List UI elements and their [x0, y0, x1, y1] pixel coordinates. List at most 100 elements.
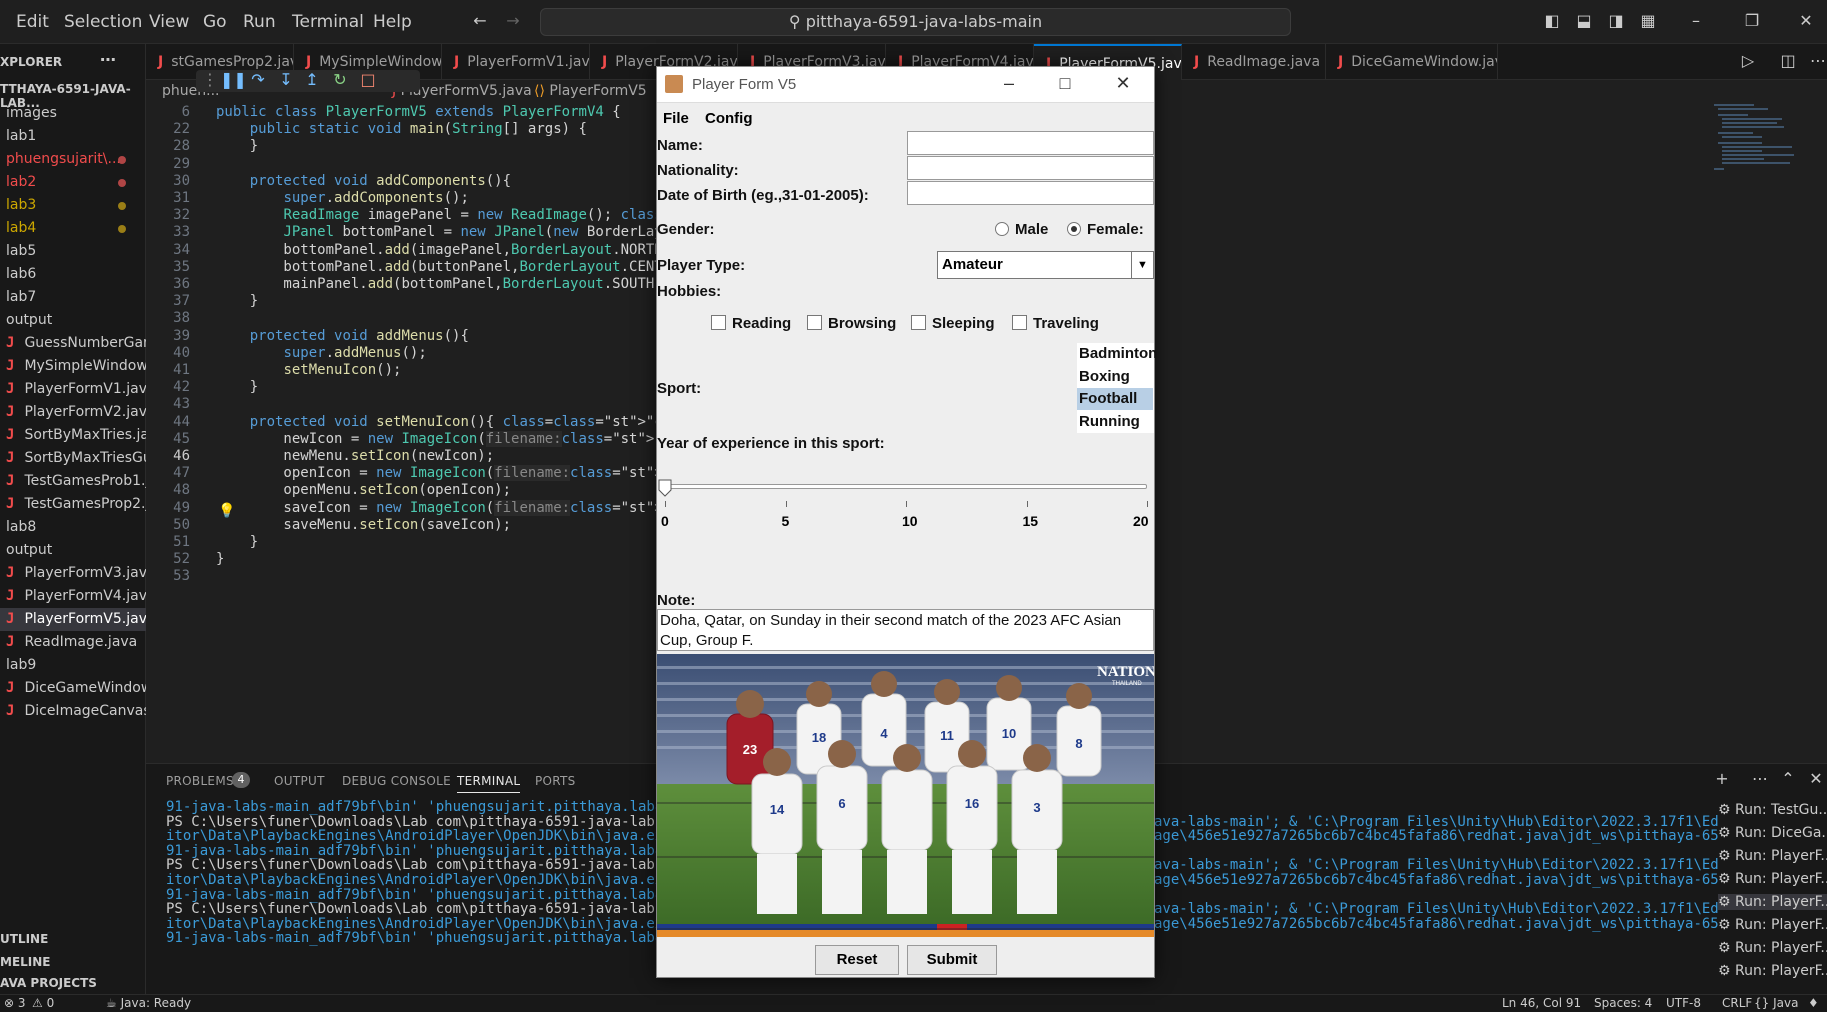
- sidebar-item[interactable]: lab8: [0, 516, 146, 539]
- step-over-icon[interactable]: ↷: [248, 71, 268, 89]
- chevron-down-icon[interactable]: ▼: [1131, 252, 1153, 278]
- tab-output[interactable]: OUTPUT: [274, 774, 325, 788]
- sidebar-item[interactable]: J PlayerFormV1.java: [0, 378, 146, 401]
- close-icon[interactable]: ✕: [1796, 12, 1816, 30]
- female-radio-button[interactable]: [1067, 222, 1081, 236]
- sidebar-item[interactable]: J DiceGameWindow....: [0, 677, 146, 700]
- code-editor[interactable]: 6 public class PlayerFormV5 extends Playe…: [146, 102, 666, 762]
- new-terminal-icon[interactable]: +: [1712, 770, 1732, 788]
- male-radio-button[interactable]: [995, 222, 1009, 236]
- hobby-sleeping[interactable]: Sleeping: [911, 315, 995, 332]
- java-projects-section[interactable]: AVA PROJECTS: [0, 976, 97, 990]
- tab-file[interactable]: J PlayerFormV1.java: [442, 44, 590, 80]
- menu-help[interactable]: Help: [373, 12, 412, 32]
- hobby-traveling[interactable]: Traveling: [1012, 315, 1099, 332]
- name-field[interactable]: [907, 131, 1154, 155]
- tab-ports[interactable]: PORTS: [535, 774, 576, 788]
- submit-button[interactable]: Submit: [907, 945, 997, 975]
- split-editor-icon[interactable]: ◫: [1778, 52, 1798, 70]
- minimap[interactable]: [1712, 102, 1812, 202]
- menu-file[interactable]: File: [663, 110, 689, 127]
- close-icon[interactable]: ✕: [1113, 73, 1133, 94]
- sidebar-item[interactable]: images: [0, 102, 146, 125]
- sport-list[interactable]: Badminton Boxing Football Running: [1077, 343, 1157, 433]
- dob-field[interactable]: [907, 181, 1154, 205]
- menu-config[interactable]: Config: [705, 110, 752, 127]
- close-panel-icon[interactable]: ✕: [1806, 770, 1826, 788]
- menu-view[interactable]: View: [149, 12, 189, 32]
- menu-run[interactable]: Run: [243, 12, 276, 32]
- hobby-browsing[interactable]: Browsing: [807, 315, 896, 332]
- sidebar-item[interactable]: J PlayerFormV4.java: [0, 585, 146, 608]
- notifications-icon[interactable]: ♦: [1808, 996, 1819, 1010]
- toggle-panel-icon[interactable]: ⬓: [1574, 12, 1594, 30]
- note-textarea[interactable]: Doha, Qatar, on Sunday in their second m…: [657, 609, 1154, 651]
- terminal-instance[interactable]: ⚙ Run: TestGu...: [1718, 802, 1827, 818]
- timeline-section[interactable]: MELINE: [0, 955, 51, 969]
- toggle-secondary-sidebar-icon[interactable]: ◨: [1606, 12, 1626, 30]
- player-form-title-bar[interactable]: Player Form V5 – □ ✕: [657, 67, 1154, 103]
- warning-count[interactable]: ⚠ 0: [32, 996, 54, 1010]
- run-icon[interactable]: ▷: [1738, 52, 1758, 70]
- minimize-icon[interactable]: –: [1686, 12, 1706, 30]
- sport-list-item[interactable]: Football: [1077, 388, 1153, 410]
- tab-file[interactable]: J ReadImage.java: [1182, 44, 1326, 80]
- experience-slider[interactable]: 0 5 10 15 20: [658, 479, 1149, 539]
- sidebar-item[interactable]: J ReadImage.java: [0, 631, 146, 654]
- encoding[interactable]: UTF-8: [1666, 996, 1701, 1010]
- player-type-combo[interactable]: Amateur ▼: [937, 251, 1154, 279]
- sidebar-item[interactable]: J PlayerFormV5.java: [0, 608, 146, 631]
- checkbox-icon[interactable]: [1012, 315, 1027, 330]
- male-radio[interactable]: Male: [995, 221, 1048, 238]
- code-line[interactable]: 53: [146, 566, 666, 586]
- sidebar-item[interactable]: lab7: [0, 286, 146, 309]
- forward-arrow-icon[interactable]: →: [503, 12, 523, 30]
- terminal-instance[interactable]: ⚙ Run: PlayerF...: [1718, 940, 1827, 956]
- sport-list-item[interactable]: Running: [1077, 411, 1153, 433]
- error-count[interactable]: ⊗ 3: [4, 996, 26, 1010]
- java-status[interactable]: ☕ Java: Ready: [106, 996, 191, 1010]
- restart-icon[interactable]: ↻: [330, 71, 350, 89]
- tab-terminal[interactable]: TERMINAL: [457, 774, 521, 793]
- more-actions-icon[interactable]: ⋯: [1750, 770, 1770, 788]
- pause-icon[interactable]: ❚❚: [220, 71, 247, 89]
- sidebar-item[interactable]: lab4: [0, 217, 146, 240]
- lightbulb-icon[interactable]: 💡: [218, 503, 235, 519]
- sidebar-item[interactable]: lab5: [0, 240, 146, 263]
- checkbox-icon[interactable]: [711, 315, 726, 330]
- step-out-icon[interactable]: ↥: [302, 71, 322, 89]
- breadcrumb-class-label[interactable]: PlayerFormV5: [549, 83, 646, 99]
- drag-handle-icon[interactable]: ⋮: [200, 71, 220, 89]
- more-actions-icon[interactable]: ⋯: [1808, 52, 1827, 70]
- tab-file[interactable]: J DiceGameWindow.java: [1326, 44, 1498, 80]
- outline-section[interactable]: UTLINE: [0, 932, 48, 946]
- terminal-instance[interactable]: ⚙ Run: PlayerF...: [1718, 871, 1827, 887]
- sidebar-item[interactable]: J PlayerFormV3.java: [0, 562, 146, 585]
- sidebar-item[interactable]: J DiceImageCanvas.j...: [0, 700, 146, 723]
- restore-icon[interactable]: ❐: [1742, 12, 1762, 30]
- maximize-icon[interactable]: □: [1055, 73, 1075, 94]
- hobby-reading[interactable]: Reading: [711, 315, 791, 332]
- breadcrumb-file[interactable]: PlayerFormV5.java: [401, 83, 532, 99]
- sidebar-item[interactable]: J SortByMaxTries.java: [0, 424, 146, 447]
- menu-selection[interactable]: Selection: [64, 12, 142, 32]
- step-into-icon[interactable]: ↧: [276, 71, 296, 89]
- sport-list-item[interactable]: Boxing: [1077, 366, 1153, 388]
- checkbox-icon[interactable]: [807, 315, 822, 330]
- sidebar-item[interactable]: lab6: [0, 263, 146, 286]
- nationality-field[interactable]: [907, 156, 1154, 180]
- sidebar-item[interactable]: phuengsujarit\...: [0, 148, 146, 171]
- sidebar-item[interactable]: lab2: [0, 171, 146, 194]
- sidebar-item[interactable]: J TestGamesProb1.ja...: [0, 470, 146, 493]
- stop-icon[interactable]: □: [358, 71, 378, 89]
- sidebar-item[interactable]: lab1: [0, 125, 146, 148]
- sidebar-item[interactable]: lab3: [0, 194, 146, 217]
- sidebar-item[interactable]: lab9: [0, 654, 146, 677]
- customize-layout-icon[interactable]: ▦: [1638, 12, 1658, 30]
- terminal-instance[interactable]: ⚙ Run: DiceGa...: [1718, 825, 1827, 841]
- sidebar-item[interactable]: J GuessNumberGam...: [0, 332, 146, 355]
- terminal-instance[interactable]: ⚙ Run: PlayerF...: [1718, 917, 1827, 933]
- language-mode[interactable]: {} Java: [1754, 996, 1798, 1010]
- reset-button[interactable]: Reset: [815, 945, 899, 975]
- back-arrow-icon[interactable]: ←: [470, 12, 490, 30]
